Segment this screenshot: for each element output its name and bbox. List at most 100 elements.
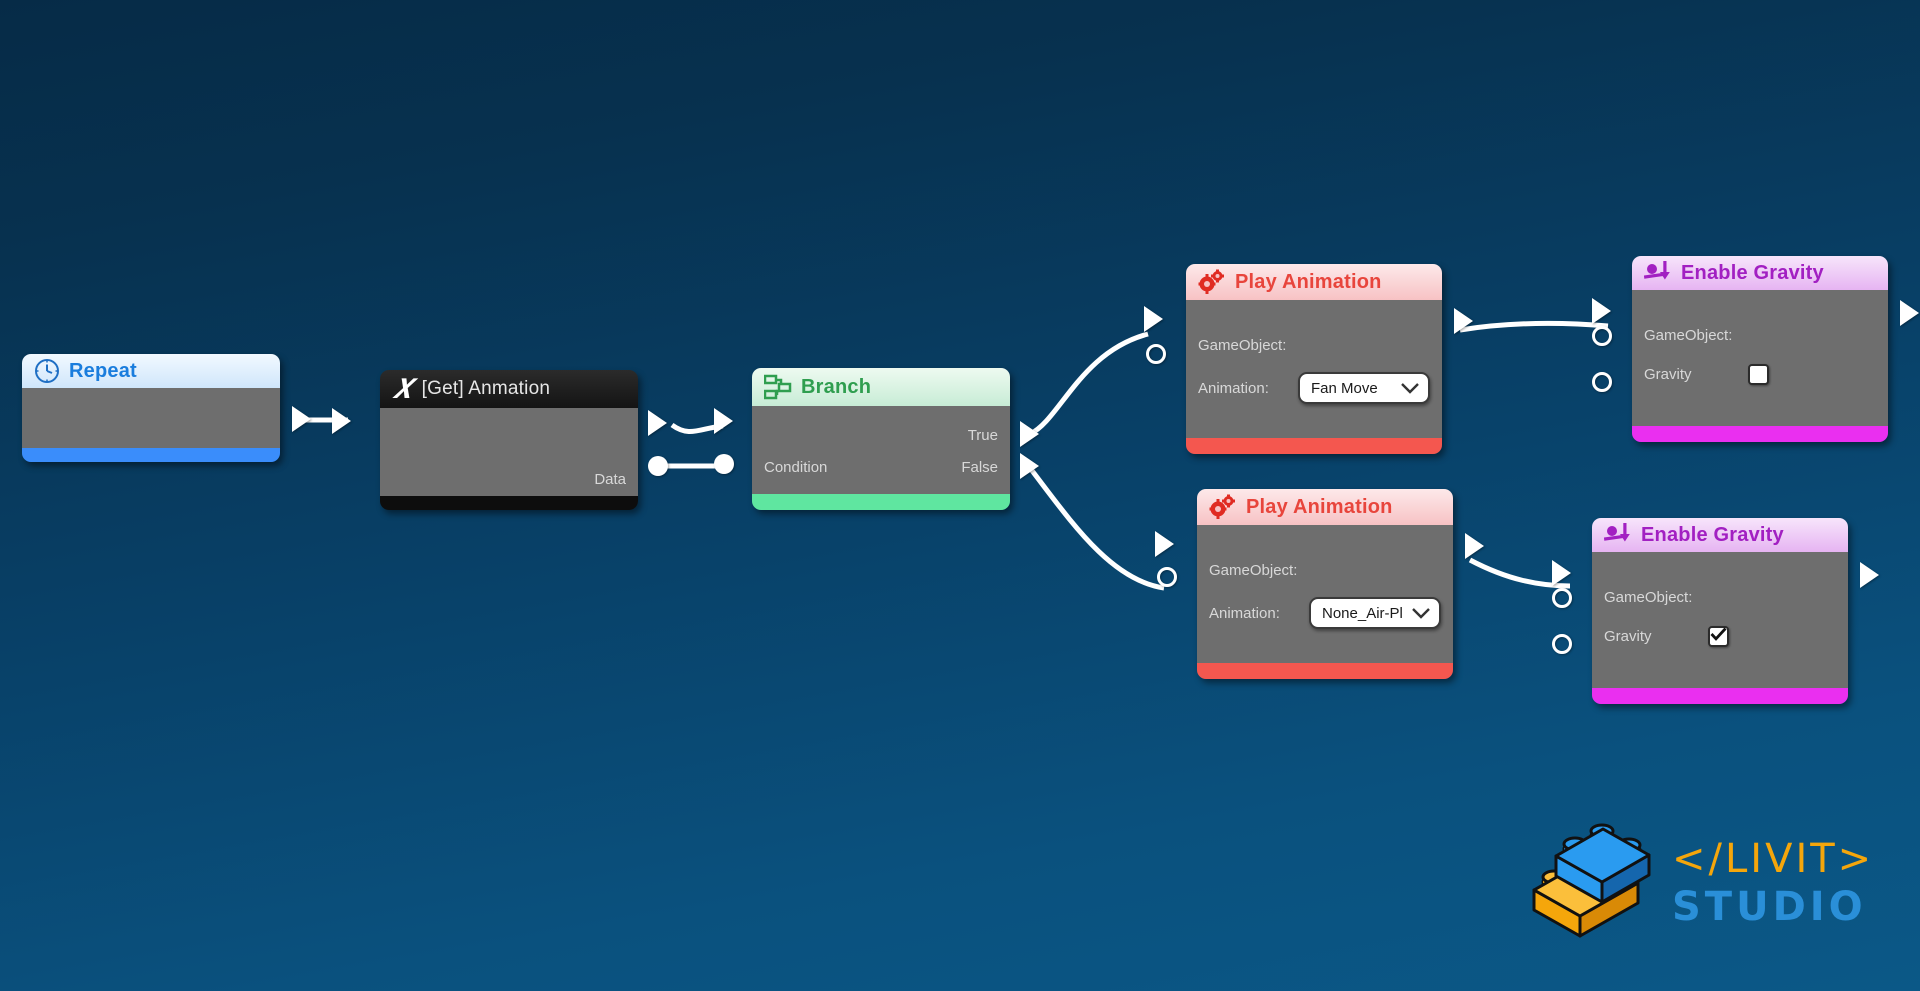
node-branch-footer — [752, 494, 1010, 510]
enable-gravity-true-flow-in-port[interactable] — [1592, 298, 1611, 324]
node-enable-gravity-true[interactable]: Enable Gravity GameObject: Gravity — [1592, 256, 1919, 442]
gears-icon — [1209, 494, 1237, 520]
branch-false-row: Condition False — [752, 456, 1010, 478]
get-animation-data-row: Data — [380, 468, 638, 490]
enable-gravity-true-gameobject-row: GameObject: — [1632, 324, 1888, 346]
play-animation-false-title: Play Animation — [1246, 495, 1393, 518]
play-animation-true-footer — [1186, 438, 1442, 454]
gameobject-label: GameObject: — [1198, 336, 1287, 354]
play-animation-false-animation-row: Animation: None_Air-Pl — [1197, 597, 1453, 629]
livit-studio-logo: </LIVIT> STUDIO — [1528, 818, 1888, 948]
enable-gravity-false-body: GameObject: Gravity — [1592, 552, 1848, 688]
gravity-checkbox-false[interactable] — [1707, 625, 1729, 647]
get-animation-flow-out-port[interactable] — [648, 410, 667, 436]
branch-flow-icon — [764, 374, 792, 400]
play-animation-false-gameobject-row: GameObject: — [1197, 559, 1453, 581]
branch-true-label: True — [967, 426, 998, 444]
repeat-flow-out-port[interactable] — [292, 406, 311, 432]
enable-gravity-false-flow-out-port[interactable] — [1860, 562, 1879, 588]
gravity-icon — [1644, 261, 1672, 285]
chevron-down-icon — [1400, 382, 1420, 395]
node-repeat-footer — [22, 448, 280, 462]
node-repeat-title: Repeat — [69, 359, 137, 382]
gravity-label: Gravity — [1644, 365, 1692, 383]
enable-gravity-false-gravity-row: Gravity — [1592, 624, 1848, 648]
enable-gravity-false-flow-in-port[interactable] — [1552, 560, 1571, 586]
play-animation-false-footer — [1197, 663, 1453, 679]
enable-gravity-false-footer — [1592, 688, 1848, 704]
node-branch-header: Branch — [752, 368, 1010, 406]
animation-dropdown-false-value: None_Air-Pl — [1322, 604, 1403, 622]
node-get-animation-footer — [380, 496, 638, 510]
animation-dropdown-true[interactable]: Fan Move — [1298, 372, 1430, 404]
gears-icon — [1198, 269, 1226, 295]
node-branch[interactable]: Branch True Condition False — [714, 368, 1039, 510]
branch-true-row: True — [752, 424, 1010, 446]
branch-false-label: False — [961, 458, 998, 476]
play-animation-true-flow-out-port[interactable] — [1454, 308, 1473, 334]
logo-livit-text: </LIVIT> — [1672, 836, 1875, 882]
enable-gravity-false-bool-in-port[interactable] — [1552, 634, 1572, 654]
animation-label: Animation: — [1209, 604, 1280, 622]
play-animation-true-animation-row: Animation: Fan Move — [1186, 372, 1442, 404]
animation-dropdown-false[interactable]: None_Air-Pl — [1309, 597, 1441, 629]
play-animation-true-title: Play Animation — [1235, 270, 1382, 293]
branch-condition-label: Condition — [764, 458, 828, 476]
enable-gravity-false-header: Enable Gravity — [1592, 518, 1848, 552]
play-animation-true-header: Play Animation — [1186, 264, 1442, 300]
play-animation-true-flow-in-port[interactable] — [1144, 306, 1163, 332]
node-get-animation-body: Data — [380, 408, 638, 496]
node-get-animation[interactable]: 𝑿 [Get] Anmation Data — [332, 370, 668, 510]
gravity-checkbox-true[interactable] — [1747, 363, 1769, 385]
chevron-down-icon — [1411, 607, 1431, 620]
enable-gravity-true-flow-out-port[interactable] — [1900, 300, 1919, 326]
branch-true-out-port[interactable] — [1020, 421, 1039, 447]
enable-gravity-true-body: GameObject: Gravity — [1632, 290, 1888, 426]
gameobject-label: GameObject: — [1604, 588, 1693, 606]
logo-wordmark: </LIVIT> STUDIO — [1672, 839, 1874, 927]
node-play-animation-true[interactable]: Play Animation GameObject: Animation: Fa… — [1144, 264, 1473, 454]
branch-condition-in-port[interactable] — [714, 454, 734, 474]
get-animation-flow-in-port[interactable] — [332, 408, 351, 434]
node-get-animation-title: [Get] Anmation — [421, 378, 551, 399]
gravity-label: Gravity — [1604, 627, 1652, 645]
enable-gravity-true-bool-in-port[interactable] — [1592, 372, 1612, 392]
checkmark-icon — [1709, 627, 1727, 645]
variable-x-icon: 𝑿 — [392, 373, 413, 404]
get-animation-data-label: Data — [594, 470, 626, 488]
node-branch-body: True Condition False — [752, 406, 1010, 494]
animation-label: Animation: — [1198, 379, 1269, 397]
enable-gravity-false-gameobject-row: GameObject: — [1592, 586, 1848, 608]
enable-gravity-true-object-in-port[interactable] — [1592, 326, 1612, 346]
branch-false-out-port[interactable] — [1020, 453, 1039, 479]
node-get-animation-header: 𝑿 [Get] Anmation — [380, 370, 638, 408]
enable-gravity-true-header: Enable Gravity — [1632, 256, 1888, 290]
logo-studio-text: STUDIO — [1672, 884, 1867, 930]
node-enable-gravity-false[interactable]: Enable Gravity GameObject: Gravity — [1552, 518, 1879, 704]
animation-dropdown-true-value: Fan Move — [1311, 379, 1378, 397]
branch-flow-in-port[interactable] — [714, 408, 733, 434]
node-play-animation-false[interactable]: Play Animation GameObject: Animation: No… — [1155, 489, 1484, 679]
play-animation-true-gameobject-row: GameObject: — [1186, 334, 1442, 356]
lego-brick-icon — [1528, 822, 1658, 945]
play-animation-false-body: GameObject: Animation: None_Air-Pl — [1197, 525, 1453, 663]
play-animation-false-flow-in-port[interactable] — [1155, 531, 1174, 557]
enable-gravity-true-footer — [1632, 426, 1888, 442]
enable-gravity-true-title: Enable Gravity — [1681, 261, 1824, 284]
get-animation-data-out-port[interactable] — [648, 456, 668, 476]
gravity-icon — [1604, 523, 1632, 547]
enable-gravity-false-object-in-port[interactable] — [1552, 588, 1572, 608]
enable-gravity-true-gravity-row: Gravity — [1632, 362, 1888, 386]
play-animation-true-object-in-port[interactable] — [1146, 344, 1166, 364]
gameobject-label: GameObject: — [1209, 561, 1298, 579]
node-graph-canvas[interactable]: Repeat 𝑿 [Get] Anmation Data Branch True… — [0, 0, 1920, 991]
play-animation-true-body: GameObject: Animation: Fan Move — [1186, 300, 1442, 438]
play-animation-false-flow-out-port[interactable] — [1465, 533, 1484, 559]
gameobject-label: GameObject: — [1644, 326, 1733, 344]
node-branch-title: Branch — [801, 375, 872, 398]
node-repeat[interactable]: Repeat — [22, 354, 311, 462]
enable-gravity-false-title: Enable Gravity — [1641, 523, 1784, 546]
play-animation-false-object-in-port[interactable] — [1157, 567, 1177, 587]
node-repeat-header: Repeat — [22, 354, 280, 388]
clock-icon — [34, 358, 60, 384]
